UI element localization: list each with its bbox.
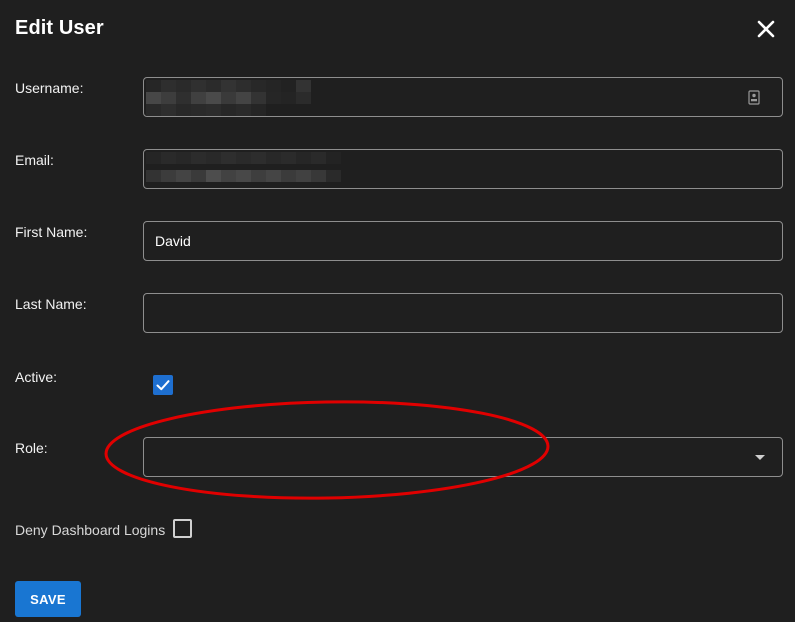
active-label: Active: xyxy=(15,369,58,385)
last-name-input[interactable] xyxy=(144,294,782,332)
last-name-label: Last Name: xyxy=(15,296,87,312)
deny-dashboard-logins-checkbox[interactable] xyxy=(173,519,192,538)
active-checkbox[interactable] xyxy=(153,375,173,395)
close-icon[interactable] xyxy=(754,17,778,41)
username-label: Username: xyxy=(15,80,84,96)
email-label: Email: xyxy=(15,152,54,168)
last-name-field[interactable] xyxy=(143,293,783,333)
deny-dashboard-logins-label: Deny Dashboard Logins xyxy=(15,522,166,538)
role-select[interactable] xyxy=(143,437,783,477)
checkmark-icon xyxy=(156,380,170,391)
role-label: Role: xyxy=(15,440,48,456)
edit-user-dialog: Edit User Username: Email: First Name: D… xyxy=(0,0,795,622)
dialog-title: Edit User xyxy=(15,17,104,39)
username-field[interactable] xyxy=(143,77,783,117)
save-button[interactable]: SAVE xyxy=(15,581,81,617)
redacted-email xyxy=(146,152,341,188)
first-name-label: First Name: xyxy=(15,224,88,240)
dropdown-arrow-icon[interactable] xyxy=(755,455,765,460)
redacted-username xyxy=(146,80,316,116)
contact-card-icon[interactable] xyxy=(748,90,760,105)
first-name-field[interactable] xyxy=(143,221,783,261)
first-name-input[interactable] xyxy=(144,222,782,260)
email-field[interactable] xyxy=(143,149,783,189)
